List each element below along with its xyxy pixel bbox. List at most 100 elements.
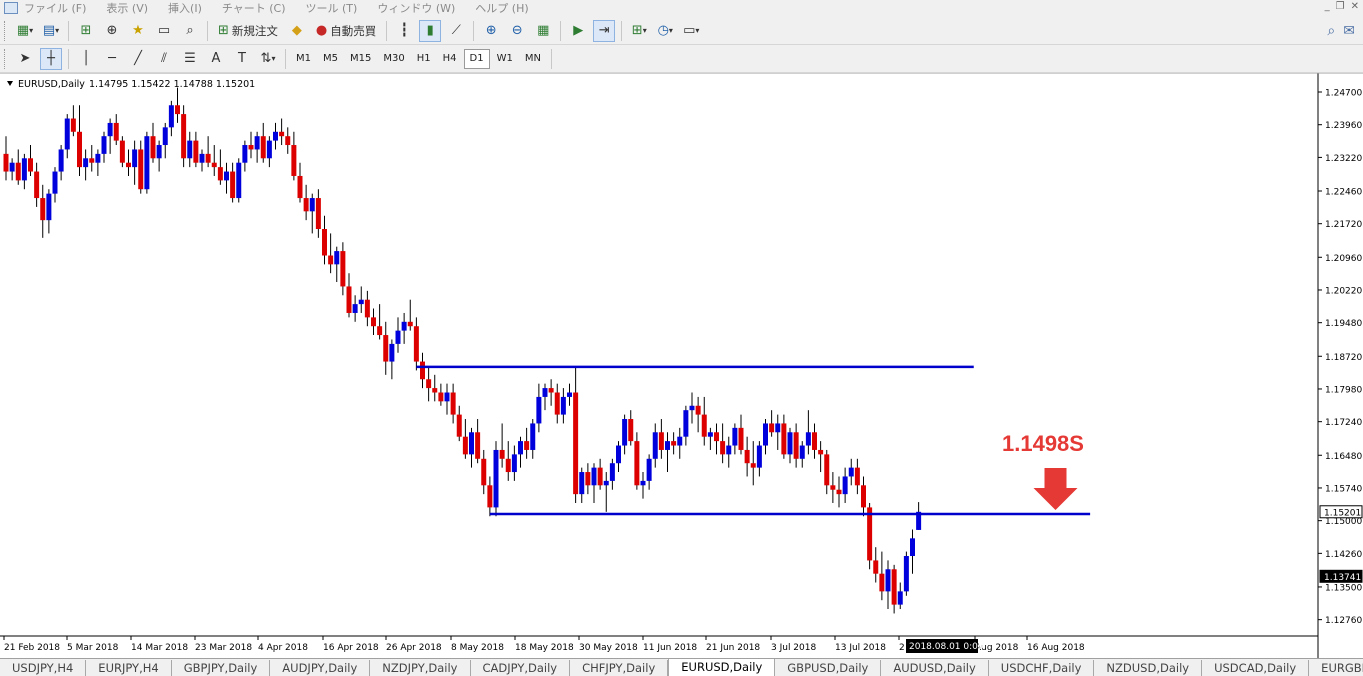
equidistant-channel-button[interactable]: ⫽ bbox=[153, 48, 175, 70]
strategy-tester-button[interactable]: ⌕ bbox=[179, 20, 201, 42]
tab-usdjpy-h4[interactable]: USDJPY,H4 bbox=[0, 660, 87, 676]
vertical-line-button[interactable]: │ bbox=[75, 48, 97, 70]
navigator-button[interactable]: ★ bbox=[127, 20, 149, 42]
new-chart-button[interactable]: ▦ ▾ bbox=[14, 20, 36, 42]
timeframe-mn[interactable]: MN bbox=[520, 49, 546, 69]
candle bbox=[493, 441, 499, 517]
candle-body bbox=[3, 153, 9, 172]
timeframe-m5[interactable]: M5 bbox=[318, 49, 343, 69]
y-tick-label: 1.19480 bbox=[1325, 319, 1362, 329]
auto-trading-button[interactable]: ● 自動売買 bbox=[312, 20, 380, 42]
y-tick-label: 1.12760 bbox=[1325, 616, 1362, 626]
menu-insert[interactable]: 挿入(I) bbox=[168, 0, 202, 16]
chart-shift-button[interactable]: ⇥ bbox=[593, 19, 616, 42]
candle-body bbox=[113, 122, 119, 141]
templates-button[interactable]: ▭ ▾ bbox=[680, 20, 702, 42]
menu-tools[interactable]: ツール (T) bbox=[306, 0, 358, 16]
price-chart[interactable]: EURUSD,Daily 1.14795 1.15422 1.14788 1.1… bbox=[0, 73, 1363, 658]
toolbar-grip[interactable] bbox=[4, 48, 8, 69]
chat-icon[interactable]: ✉ bbox=[1343, 23, 1355, 39]
zoom-out-button[interactable]: ⊖ bbox=[506, 20, 528, 42]
tab-cadjpy-daily[interactable]: CADJPY,Daily bbox=[471, 660, 571, 676]
tab-eurjpy-h4[interactable]: EURJPY,H4 bbox=[86, 660, 172, 676]
new-order-button[interactable]: ⊞ 新規注文 bbox=[214, 20, 282, 42]
candle-body bbox=[573, 392, 579, 495]
minimize-icon[interactable]: _ bbox=[1325, 1, 1330, 12]
menu-chart[interactable]: チャート (C) bbox=[222, 0, 286, 16]
channel-icon: ⫽ bbox=[161, 51, 167, 66]
toolbar-right: ⌕ ✉ bbox=[1327, 23, 1355, 39]
candle-body bbox=[634, 441, 640, 486]
candle-body bbox=[162, 127, 168, 146]
candle-body bbox=[462, 436, 468, 455]
metaeditor-button[interactable]: ◆ bbox=[286, 20, 308, 42]
timeframe-h4[interactable]: H4 bbox=[438, 49, 462, 69]
tab-usdcad-daily[interactable]: USDCAD,Daily bbox=[1202, 660, 1310, 676]
tab-nzdjpy-daily[interactable]: NZDJPY,Daily bbox=[370, 660, 471, 676]
timeframe-m15[interactable]: M15 bbox=[345, 49, 376, 69]
tab-eurusd-daily[interactable]: EURUSD,Daily bbox=[668, 659, 776, 676]
restore-icon[interactable]: ❐ bbox=[1336, 1, 1345, 12]
auto-scroll-button[interactable]: ▶ bbox=[567, 20, 589, 42]
candlestick-button[interactable]: ▮ bbox=[419, 19, 442, 42]
timeframe-d1[interactable]: D1 bbox=[463, 48, 490, 69]
tab-nzdusd-daily[interactable]: NZDUSD,Daily bbox=[1094, 660, 1203, 676]
candle-body bbox=[187, 140, 193, 159]
text-button[interactable]: A bbox=[205, 48, 227, 70]
tab-usdchf-daily[interactable]: USDCHF,Daily bbox=[989, 660, 1095, 676]
tab-gbpjpy-daily[interactable]: GBPJPY,Daily bbox=[172, 660, 271, 676]
candle-body bbox=[597, 467, 603, 486]
tester-icon: ⌕ bbox=[186, 23, 194, 38]
candle-body bbox=[279, 131, 285, 137]
terminal-icon: ▭ bbox=[157, 23, 171, 38]
menu-file[interactable]: ファイル (F) bbox=[24, 0, 86, 16]
timeframe-m30[interactable]: M30 bbox=[378, 49, 409, 69]
crosshair-button[interactable]: ┼ bbox=[40, 47, 62, 70]
menu-help[interactable]: ヘルプ (H) bbox=[475, 0, 528, 16]
data-window-button[interactable]: ⊕ bbox=[101, 20, 123, 42]
trendline-button[interactable]: ╱ bbox=[127, 48, 149, 70]
candle-body bbox=[420, 361, 425, 380]
candle-body bbox=[217, 167, 223, 181]
chart-symbol-header: EURUSD,Daily bbox=[18, 79, 85, 90]
candle-body bbox=[609, 463, 615, 481]
candle-body bbox=[548, 388, 554, 393]
market-watch-icon: ⊞ bbox=[80, 23, 92, 38]
text-label-button[interactable]: T bbox=[231, 48, 253, 70]
x-tick-label: 13 Jul 2018 bbox=[835, 643, 886, 653]
candle-body bbox=[818, 449, 824, 455]
menu-view[interactable]: 表示 (V) bbox=[106, 0, 148, 16]
fibonacci-button[interactable]: ☰ bbox=[179, 48, 201, 70]
timeframe-h1[interactable]: H1 bbox=[412, 49, 436, 69]
cursor-button[interactable]: ➤ bbox=[14, 48, 36, 70]
indicators-icon: ⊞ bbox=[631, 23, 643, 38]
arrows-button[interactable]: ⇅ ▾ bbox=[257, 48, 279, 70]
zoom-in-button[interactable]: ⊕ bbox=[480, 20, 502, 42]
timeframe-m1[interactable]: M1 bbox=[291, 49, 316, 69]
candle-body bbox=[15, 162, 21, 181]
candle-body bbox=[793, 432, 799, 459]
tile-windows-button[interactable]: ▦ bbox=[532, 20, 554, 42]
tab-audusd-daily[interactable]: AUDUSD,Daily bbox=[881, 660, 989, 676]
terminal-button[interactable]: ▭ bbox=[153, 20, 175, 42]
indicators-button[interactable]: ⊞ ▾ bbox=[628, 20, 650, 42]
y-tick-label: 1.20960 bbox=[1325, 254, 1362, 264]
candle-body bbox=[315, 198, 321, 229]
menu-window[interactable]: ウィンドウ (W) bbox=[377, 0, 455, 16]
horizontal-line-button[interactable]: ─ bbox=[101, 48, 123, 70]
profiles-button[interactable]: ▤ ▾ bbox=[40, 20, 62, 42]
tab-gbpusd-daily[interactable]: GBPUSD,Daily bbox=[775, 660, 882, 676]
tab-chfjpy-daily[interactable]: CHFJPY,Daily bbox=[570, 660, 669, 676]
tab-eurgbp-daily[interactable]: EURGBP,Daily bbox=[1309, 660, 1363, 676]
tab-audjpy-daily[interactable]: AUDJPY,Daily bbox=[270, 660, 371, 676]
toolbar-grip[interactable] bbox=[4, 20, 8, 41]
candle-body bbox=[58, 149, 64, 172]
market-watch-button[interactable]: ⊞ bbox=[75, 20, 97, 42]
line-chart-button[interactable]: ⟋ bbox=[445, 20, 467, 42]
bar-chart-button[interactable]: ┇ bbox=[393, 20, 415, 42]
timeframe-w1[interactable]: W1 bbox=[492, 49, 518, 69]
periods-button[interactable]: ◷ ▾ bbox=[654, 20, 676, 42]
candle-body bbox=[144, 136, 150, 190]
close-icon[interactable]: ✕ bbox=[1351, 1, 1359, 12]
search-icon[interactable]: ⌕ bbox=[1327, 23, 1335, 39]
